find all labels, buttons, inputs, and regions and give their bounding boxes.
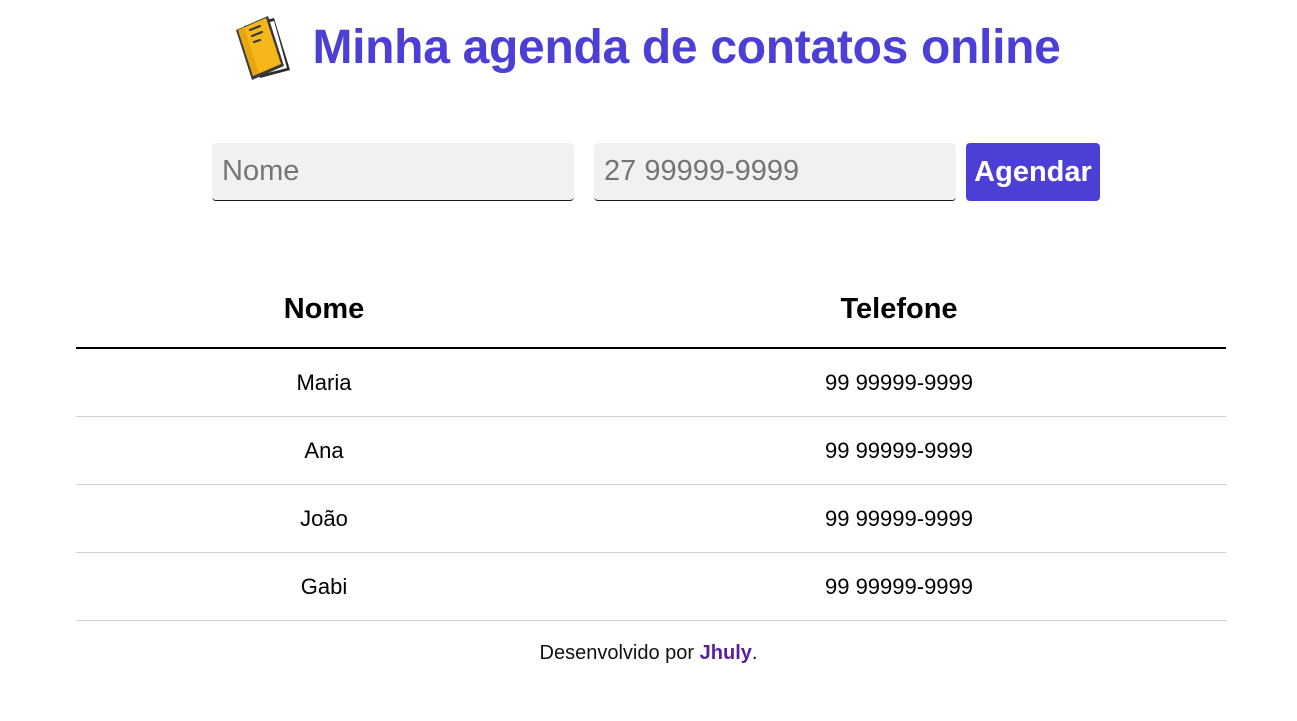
table-row: Ana 99 99999-9999	[76, 416, 1226, 485]
header: Minha agenda de contatos online	[0, 6, 1297, 88]
table-row: Maria 99 99999-9999	[76, 348, 1226, 417]
contact-name: Ana	[76, 416, 572, 485]
footer-prefix: Desenvolvido por	[539, 642, 700, 664]
agendar-button[interactable]: Agendar	[966, 143, 1100, 201]
author-link[interactable]: Jhuly	[700, 642, 752, 664]
table-row: Gabi 99 99999-9999	[76, 552, 1226, 621]
contacts-table: Nome Telefone Maria 99 99999-9999 Ana 99…	[76, 272, 1226, 621]
contact-name: João	[76, 484, 572, 553]
table-header: Nome Telefone	[76, 272, 1226, 349]
contact-phone: 99 99999-9999	[572, 552, 1226, 621]
table-body: Maria 99 99999-9999 Ana 99 99999-9999 Jo…	[76, 348, 1226, 621]
column-header-name: Nome	[76, 272, 572, 349]
contact-phone: 99 99999-9999	[572, 348, 1226, 417]
footer-credit: Desenvolvido por Jhuly.	[0, 642, 1297, 665]
contact-name: Gabi	[76, 552, 572, 621]
book-icon	[236, 16, 291, 80]
page: Minha agenda de contatos online Agendar …	[0, 0, 1297, 721]
contact-form: Agendar	[212, 143, 1100, 201]
table-header-row: Nome Telefone	[76, 272, 1226, 349]
phone-input[interactable]	[594, 143, 956, 201]
column-header-phone: Telefone	[572, 272, 1226, 349]
contact-phone: 99 99999-9999	[572, 416, 1226, 485]
footer-suffix: .	[751, 642, 758, 664]
contact-name: Maria	[76, 348, 572, 417]
contact-phone: 99 99999-9999	[572, 484, 1226, 553]
name-input[interactable]	[212, 143, 574, 201]
table-row: João 99 99999-9999	[76, 484, 1226, 553]
page-title: Minha agenda de contatos online	[312, 20, 1061, 74]
